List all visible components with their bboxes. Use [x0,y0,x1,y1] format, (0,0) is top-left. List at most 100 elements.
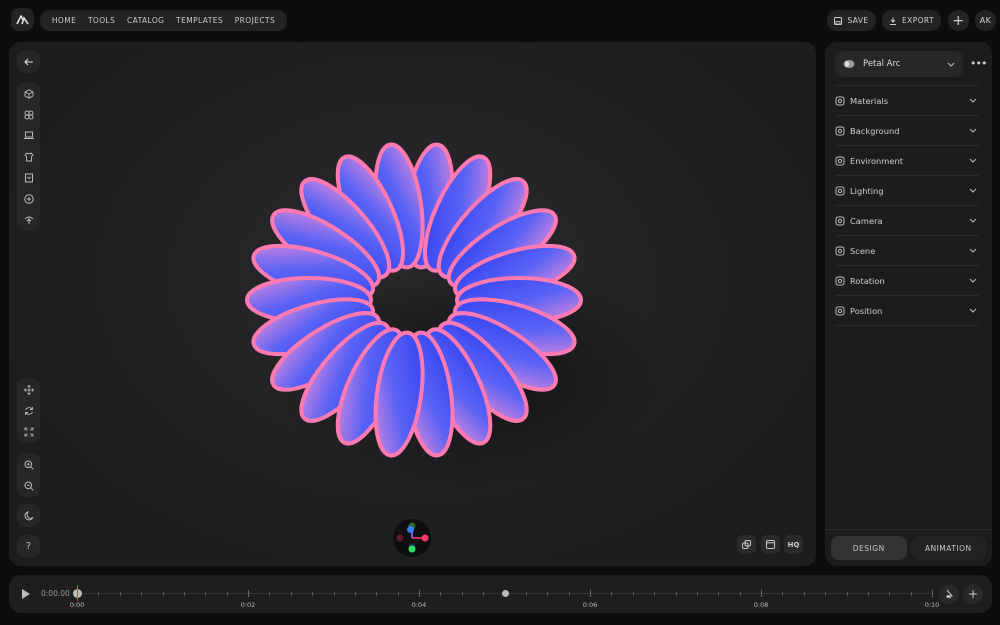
frame-button[interactable] [761,535,780,554]
section-background[interactable]: Background [835,115,979,145]
moon-icon [24,510,33,520]
keyframe-tool-button[interactable] [939,584,959,604]
orbit-icon[interactable] [17,400,40,421]
section-materials[interactable]: Materials [835,85,979,115]
timeline-tick [333,592,335,596]
hq-toggle[interactable]: HQ [784,535,803,554]
timeline-tick [183,592,185,596]
timeline-tick [312,592,314,596]
axis-gizmo[interactable] [393,519,431,557]
nav-home[interactable]: HOME [52,16,76,25]
dark-mode-button[interactable] [17,504,40,527]
chevron-down-icon [969,308,977,313]
duplicate-button[interactable] [737,535,756,554]
tab-animation[interactable]: ANIMATION [910,536,986,560]
section-label: Position [850,305,883,316]
timeline-tick [226,592,228,596]
sun-icon [835,186,845,195]
chevron-down-icon [969,218,977,223]
avatar-initials: AK [979,16,992,25]
chevron-down-icon [969,128,977,133]
petal-arc-model[interactable] [9,42,816,566]
tab-design[interactable]: DESIGN [831,536,907,560]
timeline-tick [889,592,891,596]
chevron-down-icon [969,278,977,283]
timeline-tick [910,592,912,596]
timeline-track[interactable]: 0:00 0:02 0:04 0:06 0:08 0:10 [70,575,939,613]
nav-templates[interactable]: TEMPLATES [176,16,223,25]
zoom-out-icon[interactable] [17,475,40,496]
section-label: Background [850,125,900,136]
add-button[interactable]: + [948,10,969,31]
nav-projects[interactable]: PROJECTS [235,16,275,25]
timeline-tick [611,592,613,596]
section-scene[interactable]: Scene [835,235,979,265]
timeline-tick [376,592,378,596]
window-icon [766,540,775,549]
timeline-tick [632,592,634,596]
timeline-tick [354,592,356,596]
avatar[interactable]: AK [975,10,996,31]
section-lighting[interactable]: Lighting [835,175,979,205]
nav-tools[interactable]: TOOLS [88,16,115,25]
timeline-tick [718,592,720,596]
chevron-down-icon [969,188,977,193]
play-icon[interactable] [21,588,31,600]
download-icon [890,17,897,25]
nav-catalog[interactable]: CATALOG [127,16,164,25]
section-rotation[interactable]: Rotation [835,265,979,295]
timeline-tick [825,592,827,596]
timeline-tick [397,592,399,596]
section-environment[interactable]: Environment [835,145,979,175]
timeline-tick [654,592,656,596]
timeline-tick [675,592,677,596]
chevron-down-icon [969,158,977,163]
keyframe-marker[interactable] [501,590,509,597]
3d-viewport[interactable]: ? HQ [9,42,816,566]
section-label: Materials [850,95,889,106]
copy-icon [742,540,751,549]
rotation-icon [835,276,845,285]
save-icon [834,16,843,25]
app-logo[interactable] [11,8,34,31]
save-button[interactable]: SAVE [827,10,876,31]
export-button[interactable]: EXPORT [882,10,941,31]
timeline-tick [98,592,100,596]
zoom-toolbar [17,453,40,497]
navigation-toolbar [17,378,40,443]
current-time: 0:00.00 [41,589,70,598]
section-position[interactable]: Position [835,295,979,325]
hq-label: HQ [787,540,800,549]
timeline-tick [248,590,249,597]
timeline-tick [141,592,143,596]
timeline-tick [483,592,485,596]
divider [835,325,979,326]
move-icon[interactable] [17,379,40,400]
timeline-tick [419,590,420,597]
time-label: 0:08 [753,601,769,609]
timeline-tick [547,592,549,596]
background-icon [835,126,845,135]
chevron-down-icon [947,62,955,67]
section-camera[interactable]: Camera [835,205,979,235]
object-select[interactable]: Petal Arc [835,51,963,77]
section-label: Rotation [850,275,885,286]
more-options-icon[interactable]: ••• [970,57,987,70]
timeline-tick [461,592,463,596]
globe-icon [835,156,845,165]
timeline-tick [739,592,741,596]
fit-icon[interactable] [17,421,40,442]
chevron-down-icon [969,248,977,253]
section-label: Camera [850,215,883,226]
add-keyframe-button[interactable]: + [963,584,983,604]
help-button[interactable]: ? [17,535,40,558]
timeline-tick [761,590,762,597]
help-icon: ? [25,541,32,552]
save-label: SAVE [847,16,869,25]
timeline-tick [525,592,527,596]
timeline-tick [846,592,848,596]
panel-tabs: DESIGN ANIMATION [825,529,992,566]
properties-panel: Petal Arc ••• Materials Background Environ… [825,42,992,566]
zoom-in-icon[interactable] [17,454,40,475]
section-label: Lighting [850,185,884,196]
